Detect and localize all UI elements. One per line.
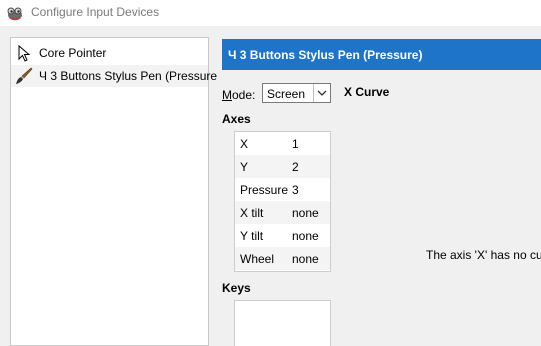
axis-curve-message: The axis 'X' has no cur bbox=[426, 248, 541, 262]
axes-row[interactable]: Pressure 3 bbox=[235, 178, 330, 201]
axis-value[interactable]: 2 bbox=[292, 160, 299, 174]
device-header: Ч 3 Buttons Stylus Pen (Pressure) bbox=[222, 39, 541, 70]
device-header-title: Ч 3 Buttons Stylus Pen (Pressure) bbox=[228, 48, 423, 62]
device-item-stylus-pen[interactable]: Ч 3 Buttons Stylus Pen (Pressure bbox=[11, 65, 217, 87]
axis-value[interactable]: 3 bbox=[292, 183, 299, 197]
axis-value[interactable]: none bbox=[292, 252, 319, 266]
axes-row[interactable]: Y 2 bbox=[235, 155, 330, 178]
axes-row[interactable]: X tilt none bbox=[235, 201, 330, 224]
axis-name: Wheel bbox=[240, 252, 275, 266]
gimp-icon bbox=[6, 4, 24, 22]
axis-value[interactable]: none bbox=[292, 229, 319, 243]
axis-value[interactable]: 1 bbox=[292, 137, 299, 151]
device-list[interactable]: Core Pointer Ч 3 Buttons Stylus Pen (Pre… bbox=[10, 37, 217, 346]
axis-name: Pressure bbox=[240, 183, 289, 197]
axes-heading: Axes bbox=[222, 112, 251, 126]
axis-name: X tilt bbox=[240, 206, 264, 220]
paintbrush-icon bbox=[15, 67, 33, 85]
axes-table: X 1 Y 2 Pressure 3 X tilt none Y tilt no… bbox=[234, 131, 331, 272]
curve-title: X Curve bbox=[344, 85, 390, 99]
axes-row[interactable]: Wheel none bbox=[235, 247, 330, 270]
chevron-down-icon[interactable] bbox=[313, 84, 330, 102]
axes-row[interactable]: X 1 bbox=[235, 132, 330, 155]
device-label: Core Pointer bbox=[39, 46, 107, 60]
axis-name: X bbox=[240, 137, 249, 151]
axes-row[interactable]: Y tilt none bbox=[235, 224, 330, 247]
axis-name: Y bbox=[240, 160, 249, 174]
axis-name: Y tilt bbox=[240, 229, 264, 243]
keys-heading: Keys bbox=[222, 281, 251, 295]
mode-select[interactable]: Screen bbox=[262, 83, 331, 103]
axis-value[interactable]: none bbox=[292, 206, 319, 220]
window-title: Configure Input Devices bbox=[31, 5, 160, 19]
title-bar: Configure Input Devices bbox=[0, 0, 541, 26]
mode-label: Mode: bbox=[222, 88, 256, 102]
device-label: Ч 3 Buttons Stylus Pen (Pressure bbox=[39, 69, 218, 83]
pointer-arrow-icon bbox=[15, 44, 33, 62]
keys-list[interactable] bbox=[234, 300, 331, 346]
mode-value: Screen bbox=[267, 87, 306, 101]
device-item-core-pointer[interactable]: Core Pointer bbox=[11, 42, 208, 64]
